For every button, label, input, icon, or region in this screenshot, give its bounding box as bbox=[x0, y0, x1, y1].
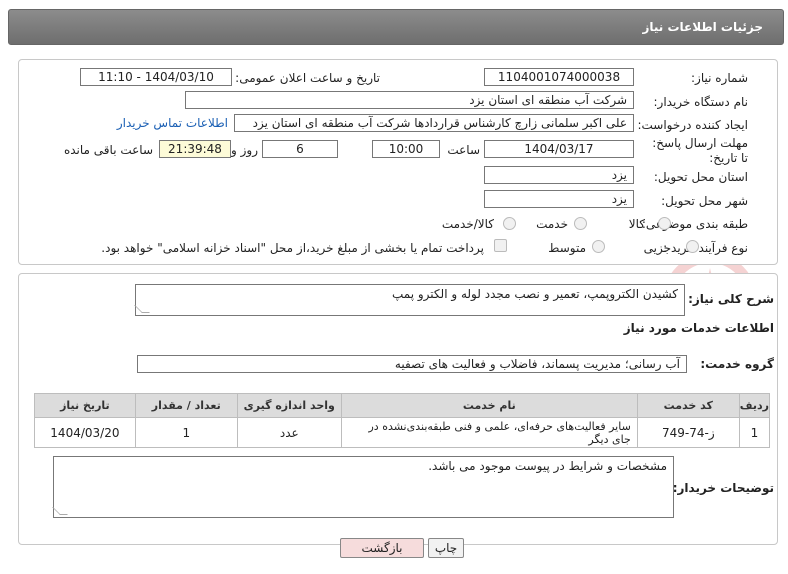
category-option-service-radio[interactable] bbox=[574, 217, 587, 230]
buyer-contact-link[interactable]: اطلاعات تماس خریدار bbox=[117, 116, 228, 130]
print-button[interactable]: چاپ bbox=[428, 538, 464, 558]
requester-field: علی اکبر سلمانی زارچ کارشناس قراردادها ش… bbox=[234, 114, 634, 132]
purchase-type-medium-label: متوسط bbox=[548, 241, 586, 255]
col-qty: تعداد / مقدار bbox=[134, 393, 238, 418]
resize-grip-icon[interactable] bbox=[52, 507, 68, 515]
page-header: جزئیات اطلاعات نیاز bbox=[8, 9, 784, 45]
deadline-time-label: ساعت bbox=[447, 143, 480, 157]
description-text: کشیدن الکتروپمپ، تعمیر و نصب مجدد لوله و… bbox=[392, 287, 678, 301]
back-button[interactable]: بازگشت bbox=[340, 538, 424, 558]
col-date: تاریخ نیاز bbox=[34, 393, 136, 418]
delivery-province-field: یزد bbox=[484, 166, 634, 184]
services-table-header: ردیف کد خدمت نام خدمت واحد اندازه گیری ت… bbox=[34, 393, 771, 418]
days-label: روز و bbox=[231, 143, 258, 157]
remaining-time-label: ساعت باقی مانده bbox=[63, 143, 153, 157]
row-name: سایر فعالیت‌های حرفه‌ای، علمی و فنی طبقه… bbox=[340, 417, 638, 448]
row-unit: عدد bbox=[236, 417, 342, 448]
deadline-label: مهلت ارسال پاسخ: تا تاریخ: bbox=[652, 136, 748, 165]
row-index: 1 bbox=[738, 417, 771, 448]
col-code: کد خدمت bbox=[636, 393, 740, 418]
category-option-goods-radio[interactable] bbox=[658, 217, 671, 230]
table-row: 1 ز-74-749 سایر فعالیت‌های حرفه‌ای، علمی… bbox=[34, 417, 771, 448]
category-option-both-label: کالا/خدمت bbox=[441, 217, 494, 231]
services-section-title: اطلاعات خدمات مورد نیاز bbox=[623, 321, 774, 335]
remaining-days-field: 6 bbox=[262, 140, 338, 158]
announce-datetime-field: 1404/03/10 - 11:10 bbox=[80, 68, 232, 86]
delivery-city-field: یزد bbox=[484, 190, 634, 208]
deadline-date-field: 1404/03/17 bbox=[484, 140, 634, 158]
deadline-time-field: 10:00 bbox=[372, 140, 440, 158]
category-option-goods-label: کالا bbox=[628, 217, 645, 231]
row-date: 1404/03/20 bbox=[34, 417, 136, 448]
treasury-payment-checkbox[interactable] bbox=[494, 239, 507, 252]
category-option-service-label: خدمت bbox=[536, 217, 568, 231]
description-textarea[interactable]: کشیدن الکتروپمپ، تعمیر و نصب مجدد لوله و… bbox=[134, 284, 685, 316]
buyer-notes-text: مشخصات و شرایط در پیوست موجود می باشد. bbox=[428, 459, 667, 473]
purchase-type-minor-radio[interactable] bbox=[686, 240, 699, 253]
remaining-time-field: 21:39:48 bbox=[159, 140, 231, 158]
need-number-label: شماره نیاز: bbox=[691, 71, 748, 85]
requester-label: ایجاد کننده درخواست: bbox=[637, 118, 748, 132]
col-unit: واحد اندازه گیری bbox=[236, 393, 342, 418]
page-title: جزئیات اطلاعات نیاز bbox=[642, 20, 763, 34]
row-qty: 1 bbox=[134, 417, 238, 448]
purchase-type-medium-radio[interactable] bbox=[592, 240, 605, 253]
purchase-type-label: نوع فرآیند خرید : bbox=[663, 241, 748, 255]
announce-datetime-label: تاریخ و ساعت اعلان عمومی: bbox=[235, 71, 380, 85]
description-label: شرح کلی نیاز: bbox=[688, 292, 774, 306]
delivery-province-label: استان محل تحویل: bbox=[653, 170, 748, 184]
buyer-notes-label: توضیحات خریدار: bbox=[672, 481, 774, 495]
delivery-city-label: شهر محل تحویل: bbox=[661, 194, 748, 208]
service-group-field: آب رسانی؛ مدیریت پسماند، فاضلاب و فعالیت… bbox=[137, 355, 687, 373]
col-index: ردیف bbox=[738, 393, 771, 418]
need-number-field: 1104001074000038 bbox=[484, 68, 634, 86]
buyer-org-label: نام دستگاه خریدار: bbox=[653, 95, 749, 109]
services-table: ردیف کد خدمت نام خدمت واحد اندازه گیری ت… bbox=[34, 393, 771, 448]
row-code: ز-74-749 bbox=[636, 417, 740, 448]
buyer-notes-textarea[interactable]: مشخصات و شرایط در پیوست موجود می باشد. bbox=[52, 456, 674, 518]
service-group-label: گروه خدمت: bbox=[700, 357, 774, 371]
buyer-org-field: شرکت آب منطقه ای استان یزد bbox=[185, 91, 634, 109]
resize-grip-icon[interactable] bbox=[134, 305, 150, 313]
treasury-payment-note: پرداخت تمام یا بخشی از مبلغ خرید،از محل … bbox=[101, 241, 484, 255]
col-name: نام خدمت bbox=[340, 393, 638, 418]
purchase-type-minor-label: جزیی bbox=[643, 241, 671, 255]
category-option-both-radio[interactable] bbox=[503, 217, 516, 230]
